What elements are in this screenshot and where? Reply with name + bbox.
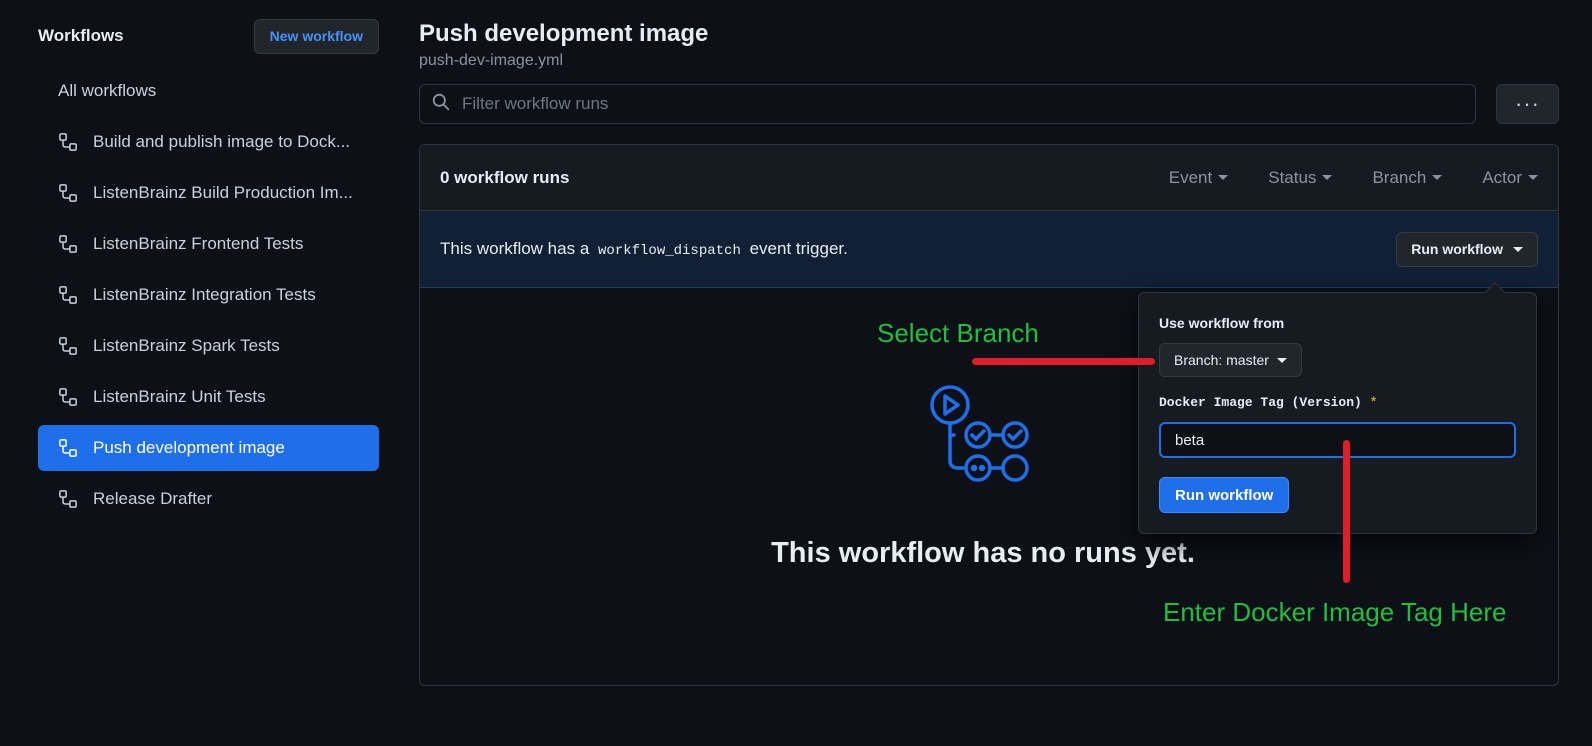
filter-runs-input[interactable] (462, 94, 1475, 114)
sidebar-item-label: Push development image (93, 438, 285, 457)
annotation-line-branch (972, 358, 1155, 365)
filter-label: Branch (1372, 167, 1427, 187)
dispatch-text-before: This workflow has a (440, 239, 590, 258)
sidebar-item-workflow[interactable]: Push development image (38, 425, 379, 471)
runs-count: 0 workflow runs (440, 167, 570, 187)
dispatch-text: This workflow has a workflow_dispatch ev… (440, 239, 848, 259)
dispatch-text-after: event trigger. (749, 239, 848, 258)
filter-dropdown[interactable]: Actor (1482, 168, 1538, 188)
dispatch-code: workflow_dispatch (598, 243, 741, 259)
sidebar-item-workflow[interactable]: ListenBrainz Build Production Im... (38, 170, 379, 216)
use-workflow-from-label: Use workflow from (1159, 315, 1285, 331)
docker-tag-label: Docker Image Tag (Version) * (1159, 395, 1516, 410)
branch-select-button[interactable]: Branch: master (1159, 343, 1302, 377)
chevron-down-icon (1528, 175, 1538, 180)
workflow-icon (58, 438, 78, 458)
workflow-icon (58, 336, 78, 356)
sidebar-item-label: ListenBrainz Unit Tests (93, 387, 266, 406)
annotation-select-branch: Select Branch (877, 318, 1039, 348)
page-title: Push development image (419, 20, 709, 47)
run-filters: Event Status Branch Actor (1169, 168, 1538, 188)
filter-label: Status (1268, 167, 1317, 187)
sidebar: Workflows New workflow All workflows Bui… (38, 18, 379, 527)
run-workflow-label: Run workflow (1411, 241, 1503, 257)
workflow-icon (58, 183, 78, 203)
filter-dropdown[interactable]: Branch (1372, 167, 1443, 188)
more-options-button[interactable]: ··· (1496, 84, 1559, 124)
sidebar-item-label: ListenBrainz Build Production Im... (93, 183, 353, 202)
sidebar-item-label: ListenBrainz Integration Tests (93, 285, 316, 304)
sidebar-item-workflow[interactable]: Build and publish image to Dock... (38, 119, 379, 165)
filter-dropdown[interactable]: Status (1268, 167, 1333, 188)
sidebar-item-workflow[interactable]: ListenBrainz Unit Tests (38, 374, 379, 420)
sidebar-item-label: Release Drafter (93, 489, 213, 508)
chevron-down-icon (1322, 175, 1333, 180)
annotation-line-tag (1343, 440, 1350, 583)
new-workflow-button[interactable]: New workflow (253, 18, 379, 54)
docker-tag-label-text: Docker Image Tag (Version) (1159, 395, 1362, 410)
annotation-enter-tag: Enter Docker Image Tag Here (1163, 597, 1507, 627)
branch-select-label: Branch: master (1174, 352, 1269, 368)
search-icon (432, 93, 450, 116)
sidebar-item-workflow[interactable]: Release Drafter (38, 476, 379, 522)
sidebar-item-workflow[interactable]: ListenBrainz Spark Tests (38, 323, 379, 369)
run-workflow-submit-button[interactable]: Run workflow (1159, 477, 1290, 513)
sidebar-item-label: ListenBrainz Spark Tests (93, 336, 280, 355)
sidebar-item-label: ListenBrainz Frontend Tests (93, 234, 304, 253)
run-workflow-popover: Use workflow from Branch: master Docker … (1138, 282, 1537, 534)
filter-label: Event (1168, 167, 1213, 187)
chevron-down-icon (1513, 246, 1523, 252)
workflow-icon (58, 234, 78, 254)
chevron-down-icon (1218, 175, 1229, 180)
sidebar-title: Workflows (38, 26, 124, 45)
search-box[interactable] (419, 84, 1476, 124)
workflow-icon (58, 132, 78, 152)
empty-state-message: This workflow has no runs yet. (771, 537, 1195, 569)
sidebar-header: Workflows New workflow (38, 18, 379, 54)
sidebar-item-label: Build and publish image to Dock... (93, 132, 351, 151)
run-workflow-dropdown-button[interactable]: Run workflow (1396, 231, 1538, 267)
sidebar-item-workflow[interactable]: ListenBrainz Integration Tests (38, 272, 379, 318)
required-mark: * (1369, 395, 1378, 410)
toolbar: ··· (419, 84, 1559, 124)
workflow-icon (58, 285, 78, 305)
chevron-down-icon (1276, 357, 1287, 363)
dispatch-banner: This workflow has a workflow_dispatch ev… (420, 211, 1558, 288)
workflow-graph-illustration (930, 385, 1034, 494)
workflow-icon (58, 387, 78, 407)
sidebar-item-all-workflows[interactable]: All workflows (38, 68, 379, 114)
filter-dropdown[interactable]: Event (1168, 167, 1229, 188)
sidebar-item-workflow[interactable]: ListenBrainz Frontend Tests (38, 221, 379, 267)
runs-header: 0 workflow runs Event Status Branch Actor (420, 145, 1558, 211)
chevron-down-icon (1432, 175, 1443, 180)
docker-tag-input[interactable] (1159, 422, 1516, 458)
sidebar-item-label: All workflows (58, 81, 157, 100)
workflow-icon (58, 489, 78, 509)
workflow-filename-link[interactable]: push-dev-image.yml (419, 52, 1559, 70)
filter-label: Actor (1482, 167, 1522, 187)
